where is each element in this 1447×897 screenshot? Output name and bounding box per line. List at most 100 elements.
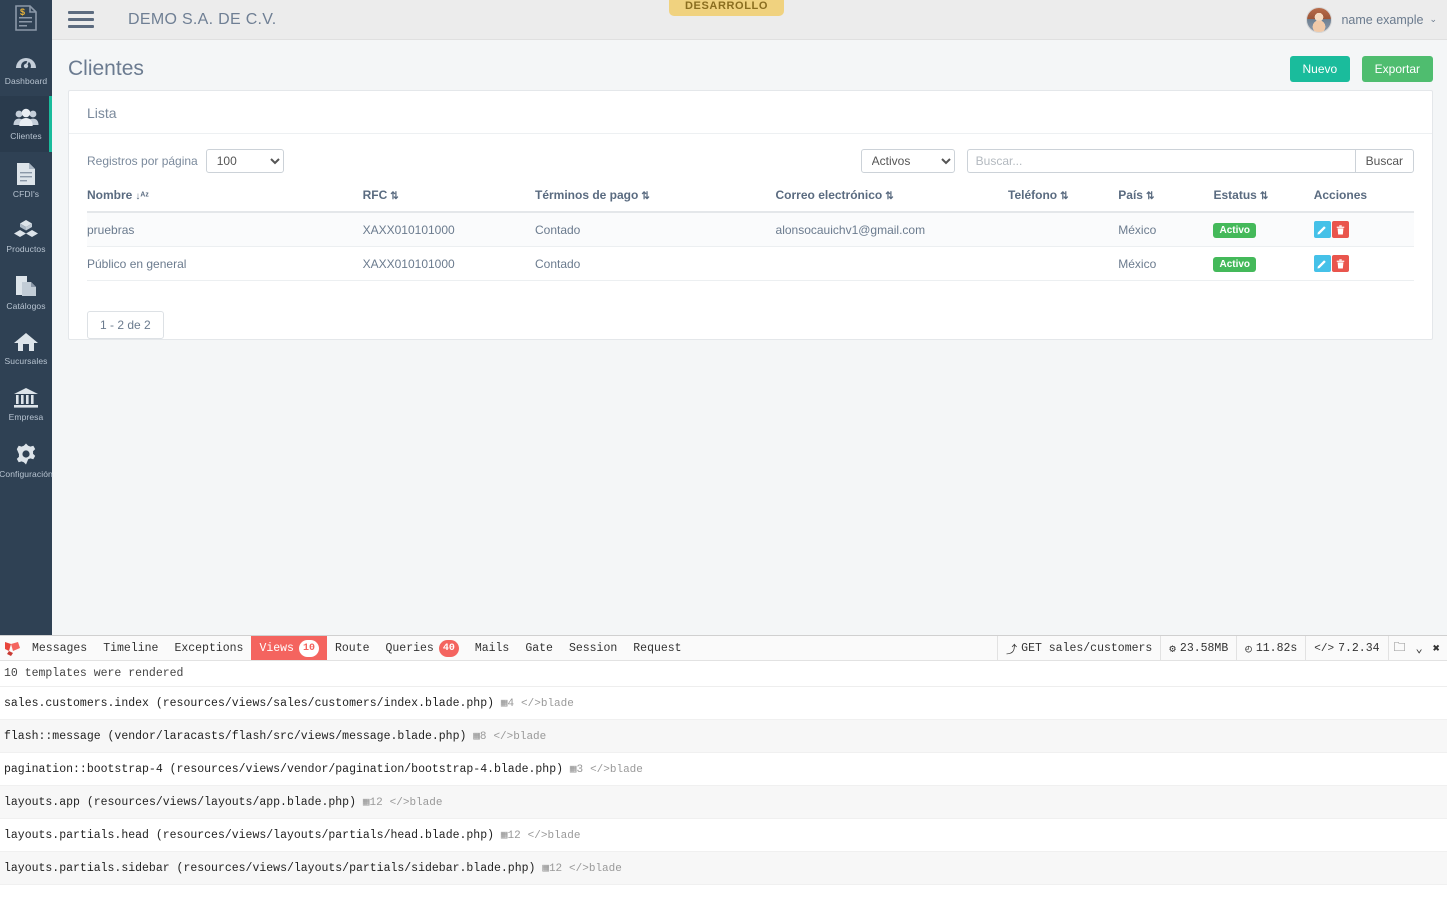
- debugbar-view-row[interactable]: flash::message (vendor/laracasts/flash/s…: [0, 720, 1447, 753]
- sidebar-item-catalogos[interactable]: Catálogos: [0, 264, 52, 320]
- debugbar-view-row[interactable]: layouts.partials.sidebar (resources/view…: [0, 852, 1447, 885]
- close-icon[interactable]: ✖: [1428, 641, 1445, 656]
- table-head: Nombre ↓ᴬᶻ RFC ⇅ Términos de pago ⇅ Correo …: [87, 183, 1414, 213]
- code-icon: </>: [521, 698, 541, 710]
- edit-button[interactable]: [1313, 221, 1331, 238]
- copy-pages-icon: [14, 274, 38, 298]
- cell-telefono: [1008, 246, 1119, 281]
- sidebar-item-empresa[interactable]: Empresa: [0, 376, 52, 432]
- app-logo[interactable]: $: [0, 0, 52, 40]
- svg-text:$: $: [20, 7, 25, 17]
- sidebar-item-label: Clientes: [10, 130, 42, 141]
- debugbar-tab-queries[interactable]: Queries 40: [378, 636, 467, 660]
- render-count-icon: ▦: [473, 731, 480, 743]
- sidebar-item-dashboard[interactable]: Dashboard: [0, 40, 52, 96]
- delete-button[interactable]: [1331, 221, 1349, 238]
- edit-button[interactable]: [1313, 255, 1331, 272]
- sidebar-item-configuracion[interactable]: Configuración: [0, 432, 53, 488]
- cell-rfc: XAXX010101000: [362, 246, 535, 281]
- table-row[interactable]: Público en general XAXX010101000 Contado…: [87, 246, 1414, 281]
- avatar: [1306, 6, 1333, 33]
- debugbar-view-row[interactable]: pagination::bootstrap-4 (resources/views…: [0, 753, 1447, 786]
- sidebar-item-productos[interactable]: Productos: [0, 208, 52, 264]
- render-count-icon: ▦: [542, 863, 549, 875]
- code-icon: </>: [389, 797, 410, 809]
- sort-icon: ⇅: [1145, 191, 1155, 202]
- new-button[interactable]: Nuevo: [1289, 56, 1351, 82]
- debugbar-tab-request[interactable]: Request: [625, 636, 689, 660]
- column-header-estatus[interactable]: Estatus ⇅: [1213, 183, 1314, 213]
- card-title: Lista: [69, 91, 1432, 134]
- sidebar-item-cfdis[interactable]: CFDI's: [0, 152, 52, 208]
- table-row[interactable]: pruebras XAXX010101000 Contado alonsocau…: [87, 212, 1414, 247]
- code-icon: </>: [493, 731, 514, 743]
- sidebar-item-label: Productos: [6, 243, 46, 254]
- status-filter-select[interactable]: Activos: [860, 149, 955, 173]
- debugbar-tab-messages[interactable]: Messages: [24, 636, 95, 660]
- sort-icon: ⇅: [885, 191, 894, 202]
- debugbar-view-row[interactable]: sales.customers.index (resources/views/s…: [0, 687, 1447, 720]
- per-page-select[interactable]: 100: [205, 149, 284, 173]
- memory-icon: ⚙: [1169, 643, 1176, 656]
- sort-icon: ⇅: [1259, 191, 1269, 202]
- chevron-down-icon[interactable]: ⌄: [1411, 641, 1428, 656]
- debugbar-summary: 10 templates were rendered: [0, 661, 1447, 687]
- debugbar-tab-route[interactable]: Route: [327, 636, 378, 660]
- export-button[interactable]: Exportar: [1361, 56, 1433, 82]
- sidebar-item-label: Sucursales: [4, 355, 48, 366]
- column-header-correo[interactable]: Correo electrónico ⇅: [775, 183, 1009, 213]
- debugbar-tab-exceptions[interactable]: Exceptions: [166, 636, 251, 660]
- column-header-rfc[interactable]: RFC ⇅: [362, 183, 535, 213]
- sidebar-item-sucursales[interactable]: Sucursales: [0, 320, 52, 376]
- bank-building-icon: [13, 387, 39, 409]
- debugbar-view-row[interactable]: layouts.app (resources/views/layouts/app…: [0, 786, 1447, 819]
- main-content: Clientes Nuevo Exportar Lista Registros …: [52, 40, 1447, 635]
- debugbar-stat-time[interactable]: ◴ 11.82s: [1236, 636, 1305, 661]
- column-header-nombre[interactable]: Nombre ↓ᴬᶻ: [87, 183, 363, 213]
- render-count-icon: ▦: [362, 797, 370, 809]
- debugbar-tab-gate[interactable]: Gate: [517, 636, 561, 660]
- page-actions: Nuevo Exportar: [1289, 56, 1433, 82]
- home-icon: [13, 331, 39, 353]
- sidebar-item-label: Configuración: [0, 468, 53, 479]
- document-lines-icon: [16, 162, 36, 186]
- code-icon: </>: [1314, 642, 1335, 655]
- user-menu[interactable]: name example ⌄: [1306, 6, 1437, 33]
- pencil-icon: [1317, 225, 1326, 234]
- search-input[interactable]: [966, 149, 1355, 173]
- dashboard-gauge-icon: [14, 51, 38, 73]
- render-count-icon: ▦: [500, 830, 508, 842]
- debugbar-tab-views[interactable]: Views 10: [251, 636, 327, 660]
- debugbar-view-row[interactable]: layouts.partials.head (resources/views/l…: [0, 819, 1447, 852]
- debugbar-tab-mails[interactable]: Mails: [467, 636, 518, 660]
- debugbar-stat-memory[interactable]: ⚙ 23.58MB: [1160, 636, 1236, 661]
- cell-telefono: [1008, 212, 1119, 247]
- column-header-pais[interactable]: País ⇅: [1118, 183, 1214, 213]
- views-count-badge: 10: [298, 639, 319, 657]
- debugbar-stat-php-version[interactable]: </> 7.2.34: [1305, 636, 1387, 661]
- menu-toggle-icon[interactable]: [68, 7, 94, 32]
- trash-icon: [1336, 224, 1344, 234]
- folder-icon[interactable]: 🗀: [1389, 638, 1411, 659]
- code-icon: </>: [590, 764, 610, 776]
- debugbar-tab-timeline[interactable]: Timeline: [95, 636, 166, 660]
- sidebar-item-clientes[interactable]: Clientes: [0, 96, 52, 152]
- clients-table: Nombre ↓ᴬᶻ RFC ⇅ Términos de pago ⇅ Correo …: [87, 183, 1414, 281]
- column-header-acciones: Acciones: [1313, 183, 1414, 213]
- user-name: name example: [1341, 12, 1424, 27]
- status-badge: Activo: [1213, 256, 1257, 272]
- pagination-info[interactable]: 1 - 2 de 2: [87, 311, 164, 339]
- cell-estatus: Activo: [1213, 246, 1314, 281]
- gear-icon: [14, 442, 38, 466]
- status-badge: Activo: [1213, 222, 1257, 238]
- search-button[interactable]: Buscar: [1354, 149, 1414, 173]
- users-group-icon: [13, 108, 39, 128]
- queries-count-badge: 40: [438, 639, 459, 657]
- column-header-telefono[interactable]: Teléfono ⇅: [1008, 183, 1119, 213]
- cell-acciones: [1313, 246, 1414, 281]
- debugbar-tab-session[interactable]: Session: [561, 636, 625, 660]
- column-header-terminos[interactable]: Términos de pago ⇅: [534, 183, 776, 213]
- debugbar-stat-route[interactable]: ⤴ GET sales/customers: [997, 636, 1160, 661]
- cell-estatus: Activo: [1213, 212, 1314, 247]
- delete-button[interactable]: [1331, 255, 1349, 272]
